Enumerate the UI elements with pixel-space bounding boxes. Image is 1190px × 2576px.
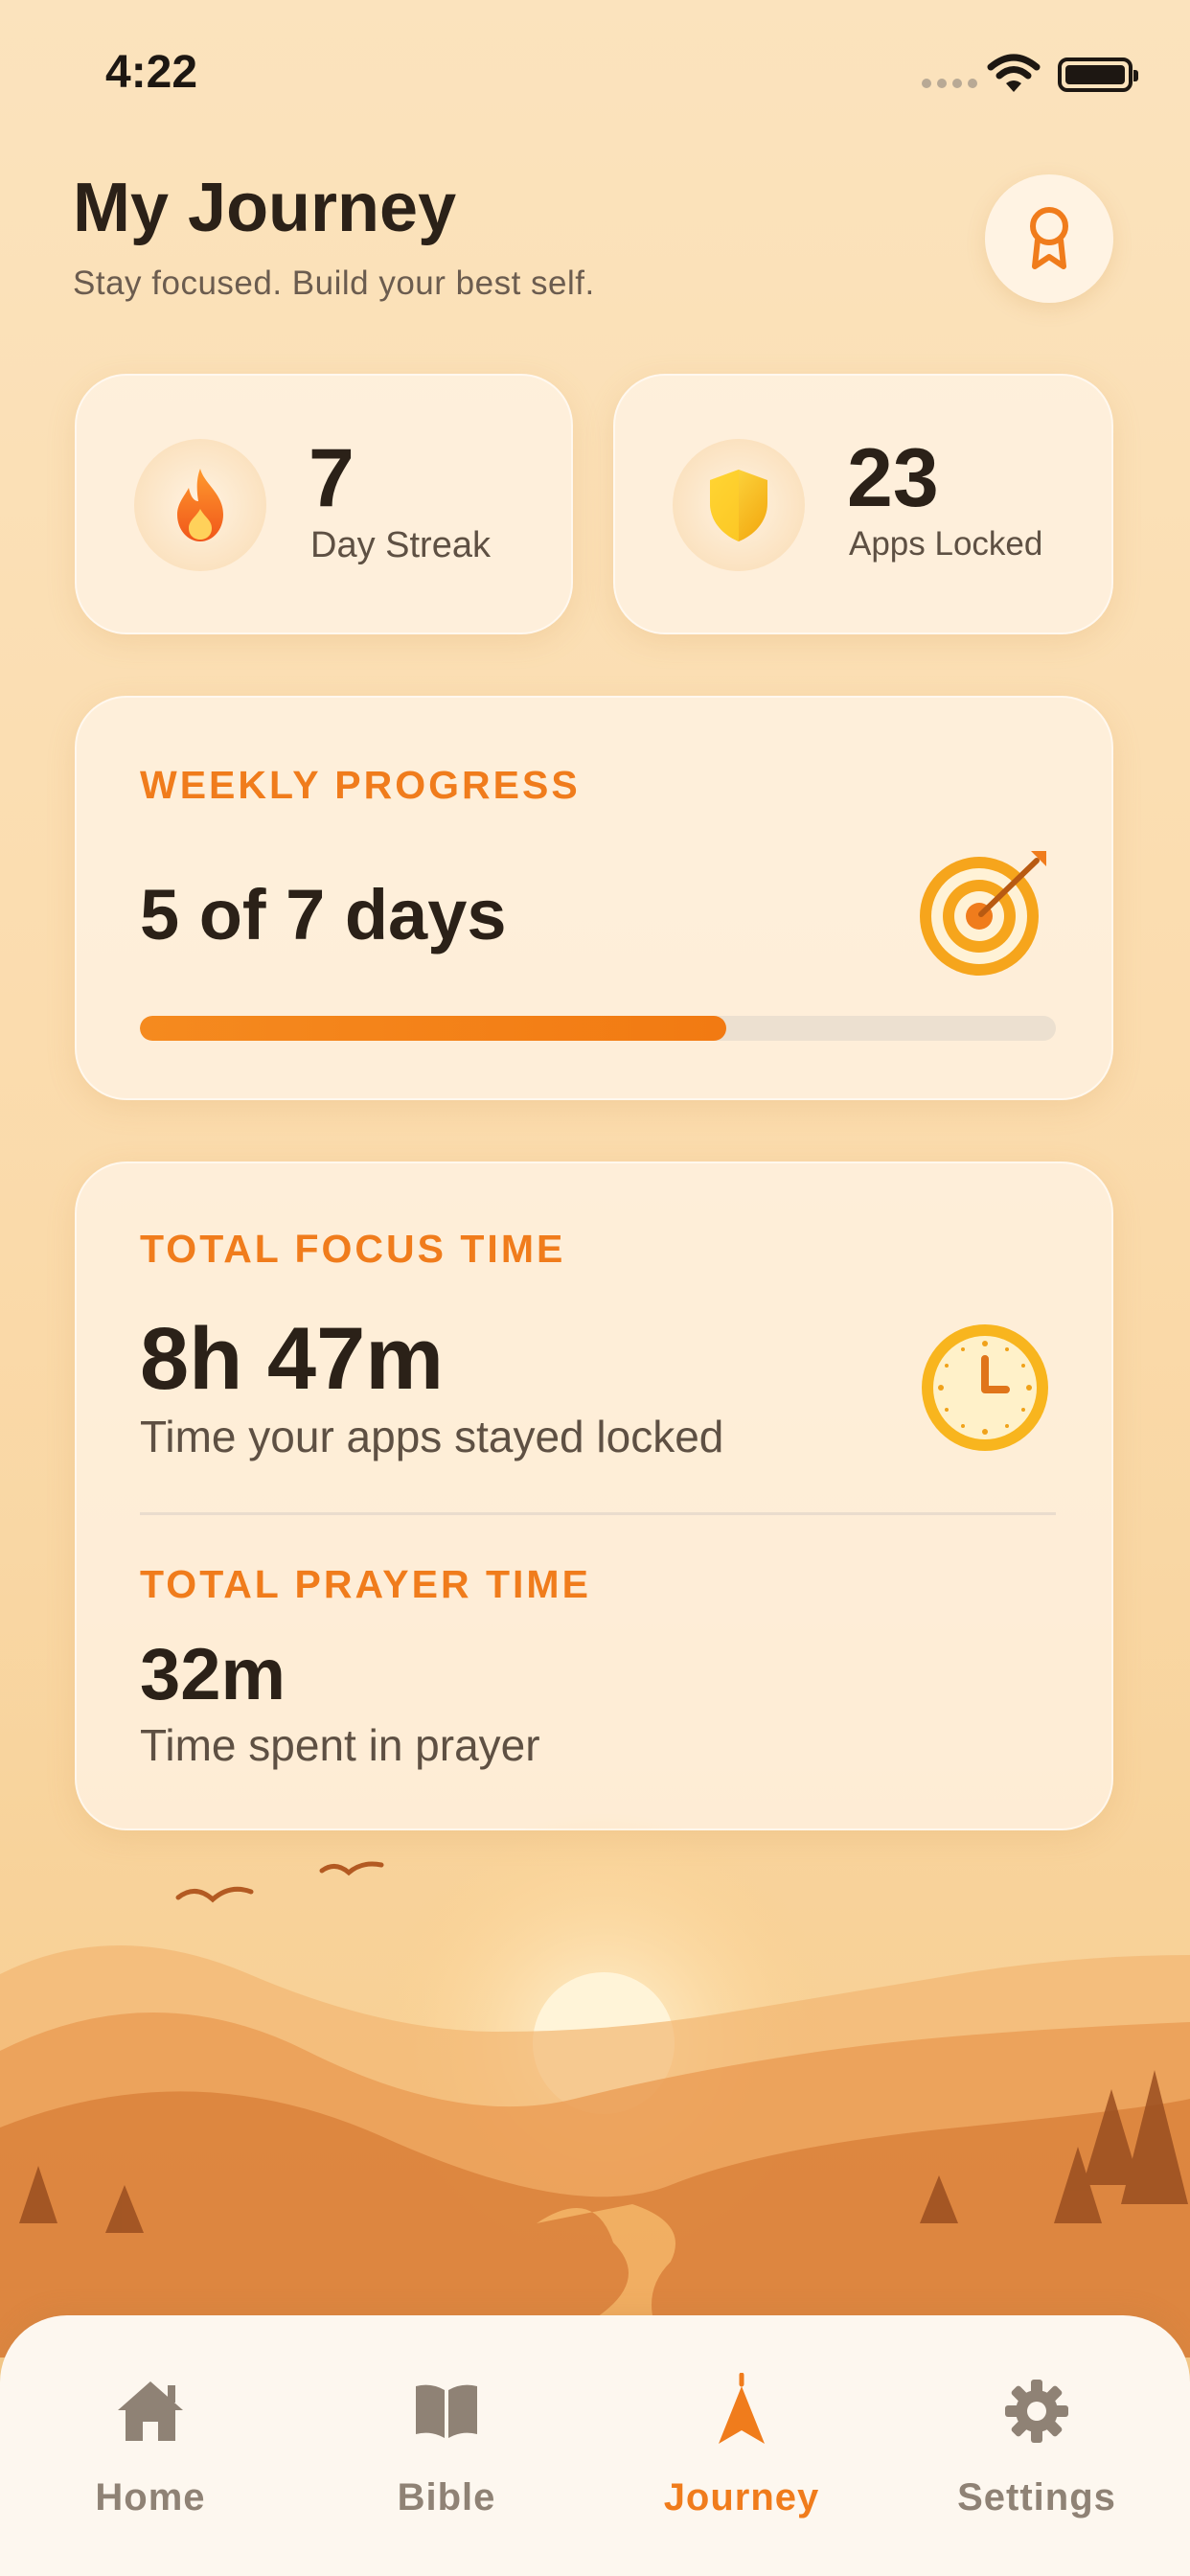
weekly-progress-fill <box>140 1016 726 1041</box>
tab-journey-label: Journey <box>663 2476 820 2518</box>
clock-icon <box>922 1324 1048 1451</box>
shield-icon-badge <box>673 439 805 571</box>
sunrise-landscape-illustration <box>0 1813 1190 2358</box>
focus-time-label: TOTAL FOCUS TIME <box>140 1227 566 1271</box>
focus-time-value: 8h 47m <box>140 1310 445 1408</box>
weekly-progress-value: 5 of 7 days <box>140 875 507 954</box>
tab-journey[interactable]: Journey <box>627 2373 857 2536</box>
page-subtitle: Stay focused. Build your best self. <box>73 264 595 302</box>
tab-home-label: Home <box>95 2476 206 2518</box>
page-title: My Journey <box>73 170 457 246</box>
weekly-progress-bar <box>140 1016 1056 1041</box>
achievements-button[interactable] <box>985 174 1113 303</box>
target-icon <box>920 851 1046 976</box>
apps-locked-label: Apps Locked <box>849 525 1043 563</box>
battery-icon <box>1058 58 1138 92</box>
flame-icon <box>177 469 223 541</box>
streak-value: 7 <box>309 432 355 524</box>
day-streak-card[interactable]: 7 Day Streak <box>75 374 573 634</box>
bottom-tab-bar: Home Bible Journey Settings <box>0 2315 1190 2576</box>
tab-settings-label: Settings <box>957 2476 1116 2518</box>
weekly-progress-card[interactable]: WEEKLY PROGRESS 5 of 7 days <box>75 696 1113 1100</box>
home-icon <box>118 2381 183 2441</box>
prayer-time-label: TOTAL PRAYER TIME <box>140 1562 591 1606</box>
compass-arrow-icon <box>719 2373 765 2444</box>
tab-settings[interactable]: Settings <box>922 2373 1152 2536</box>
apps-locked-value: 23 <box>847 432 939 524</box>
focus-time-description: Time your apps stayed locked <box>140 1412 724 1461</box>
flame-icon-badge <box>134 439 266 571</box>
ribbon-award-icon <box>1030 207 1068 269</box>
tab-bible[interactable]: Bible <box>332 2373 561 2536</box>
apps-locked-card[interactable]: 23 Apps Locked <box>613 374 1113 634</box>
tab-bible-label: Bible <box>397 2476 496 2518</box>
streak-label: Day Streak <box>310 525 491 565</box>
shield-icon <box>710 470 767 541</box>
tab-home[interactable]: Home <box>35 2373 265 2536</box>
section-divider <box>140 1512 1056 1515</box>
status-time: 4:22 <box>105 47 198 98</box>
wifi-icon <box>987 54 1041 92</box>
weekly-progress-label: WEEKLY PROGRESS <box>140 763 581 807</box>
cellular-signal-icon <box>922 79 977 88</box>
status-bar: 4:22 <box>0 0 1190 144</box>
book-icon <box>416 2384 477 2438</box>
gear-icon <box>1005 2380 1068 2443</box>
